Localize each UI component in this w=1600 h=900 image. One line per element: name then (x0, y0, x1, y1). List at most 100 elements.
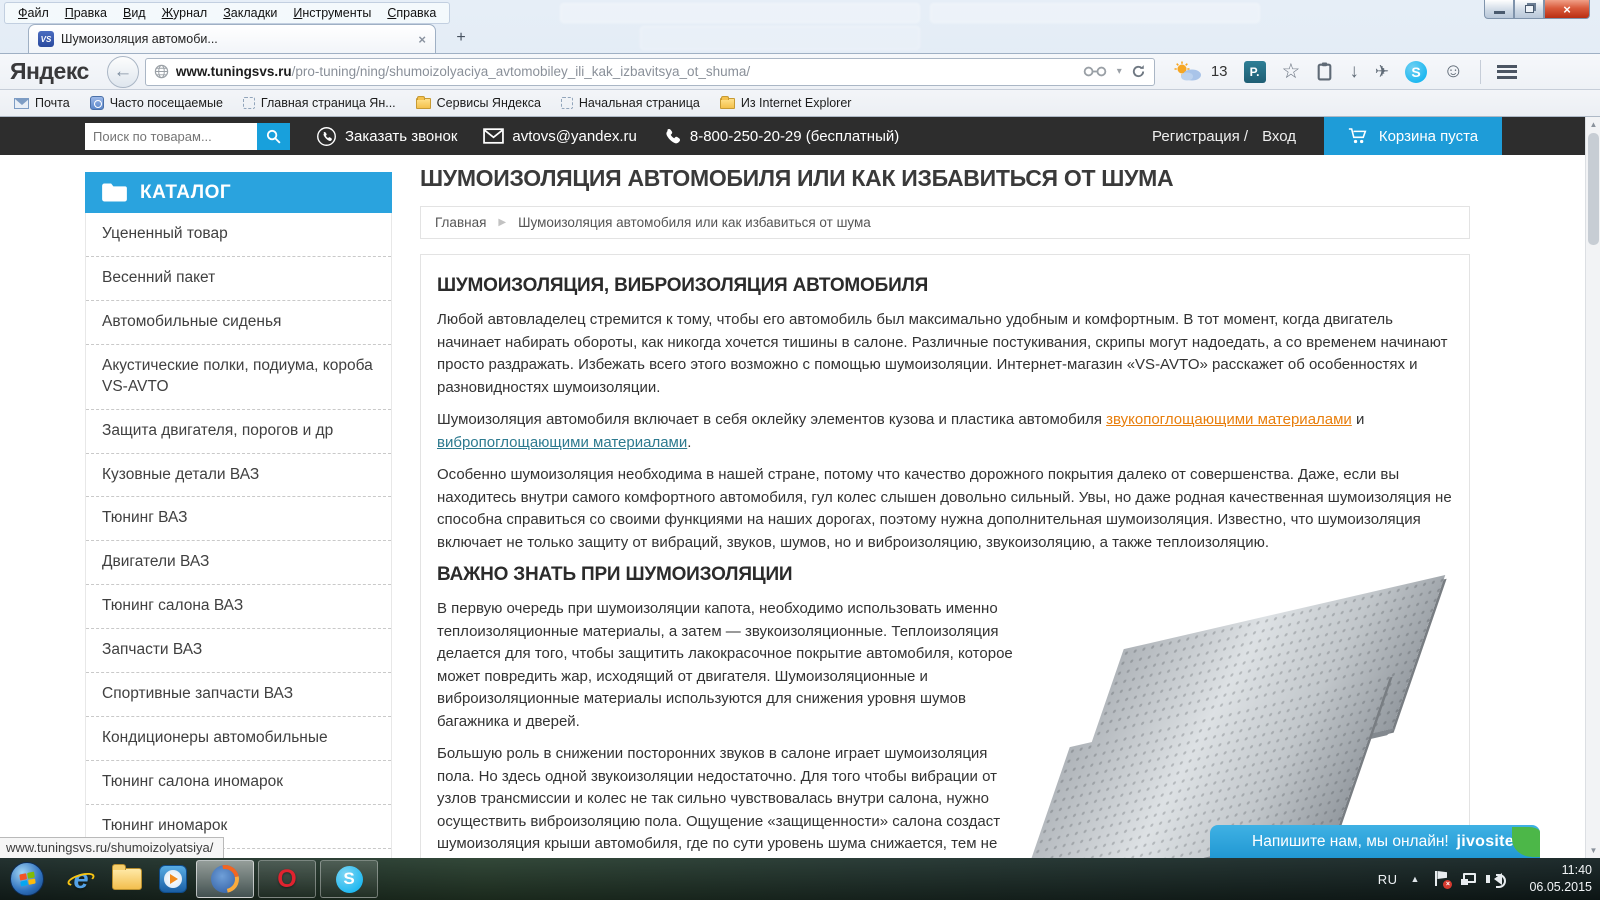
minimize-icon (1493, 11, 1505, 14)
back-button[interactable]: ← (106, 55, 139, 88)
new-tab-button[interactable]: + (448, 28, 474, 49)
catalog-folder-icon (102, 183, 127, 202)
network-icon[interactable] (1461, 871, 1481, 887)
reader-glasses-icon[interactable] (1082, 66, 1108, 77)
firefox-icon (211, 865, 239, 893)
tab-favicon: VS (38, 31, 54, 47)
urlbar-dropdown-icon[interactable]: ▾ (1117, 66, 1122, 77)
reload-icon[interactable] (1131, 64, 1146, 79)
catalog-item[interactable]: Двигатели ВАЗ (86, 541, 391, 586)
menu-file[interactable]: Файл (11, 4, 56, 22)
bookmark-yandex-services[interactable]: Сервисы Яндекса (408, 93, 549, 113)
url-domain: www.tuningsvs.ru (175, 64, 292, 79)
taskbar-ie-icon[interactable]: e (58, 860, 104, 898)
bookmark-star-icon[interactable]: ☆ (1282, 59, 1301, 84)
catalog-item[interactable]: Защита двигателя, порогов и др (86, 410, 391, 454)
catalog-item[interactable]: Запчасти ВАЗ (86, 629, 391, 674)
catalog-item[interactable]: Тюнинг ВАЗ (86, 497, 391, 542)
menu-history[interactable]: Журнал (155, 4, 215, 22)
catalog-item[interactable]: Кузовные детали ВАЗ (86, 454, 391, 498)
menu-hamburger-icon[interactable] (1496, 64, 1517, 79)
taskbar-opera-button[interactable]: O (258, 860, 316, 898)
addon-p-icon[interactable]: P. (1243, 60, 1266, 83)
clipboard-icon[interactable] (1316, 62, 1333, 81)
phone-handset-icon (666, 128, 680, 143)
chat-widget[interactable]: Напишите нам, мы онлайн! jivosite (1210, 825, 1540, 858)
catalog-item[interactable]: Уцененный товар (86, 213, 391, 257)
scrollbar-thumb[interactable] (1588, 133, 1599, 245)
search-button[interactable] (257, 122, 290, 150)
skype-addon-icon[interactable]: S (1405, 60, 1428, 83)
volume-icon[interactable] (1486, 871, 1512, 888)
restore-button[interactable] (1514, 0, 1544, 19)
menu-help[interactable]: Справка (380, 4, 443, 22)
action-center-flag-icon[interactable]: × (1432, 871, 1453, 889)
language-indicator[interactable]: RU (1378, 872, 1398, 887)
folder-icon (415, 95, 431, 109)
catalog-header[interactable]: КАТАЛОГ (85, 172, 392, 213)
page-viewport: Заказать звонок avtovs@yandex.ru 8-800-2… (0, 117, 1600, 858)
windows-logo-icon (18, 871, 36, 887)
bookmarks-bar: Почта Часто посещаемые Главная страница … (0, 90, 1600, 117)
chat-smiley-icon[interactable]: ☺ (1443, 60, 1463, 83)
envelope-icon (483, 128, 505, 144)
back-arrow-icon: ← (113, 60, 133, 82)
taskbar-explorer-icon[interactable] (104, 860, 150, 898)
folder-icon (112, 864, 142, 890)
breadcrumb-current: Шумоизоляция автомобиля или как избавить… (518, 215, 871, 230)
register-link[interactable]: Регистрация / (1152, 128, 1248, 145)
bookmark-frequent[interactable]: Часто посещаемые (82, 93, 231, 113)
tab-close-icon[interactable]: × (418, 32, 426, 47)
login-link[interactable]: Вход (1262, 128, 1296, 145)
media-player-icon (159, 865, 187, 893)
vibration-absorbing-materials-link[interactable]: вибропоглощающими материалами (437, 434, 687, 451)
bookmark-start-page[interactable]: Начальная страница (553, 93, 708, 113)
menu-tools[interactable]: Инструменты (286, 4, 378, 22)
opera-icon: O (277, 864, 297, 893)
minimize-button[interactable] (1484, 0, 1514, 19)
bookmark-from-ie[interactable]: Из Internet Explorer (712, 93, 860, 113)
vertical-scrollbar[interactable]: ▲ ▼ (1585, 117, 1600, 858)
scroll-up-icon[interactable]: ▲ (1586, 117, 1600, 132)
bookmark-label: Из Internet Explorer (740, 96, 852, 110)
close-button[interactable]: × (1544, 0, 1590, 19)
menu-view[interactable]: Вид (116, 4, 153, 22)
bookmark-mail[interactable]: Почта (6, 93, 78, 113)
start-button[interactable] (10, 862, 44, 896)
jivosite-leaf-icon (1512, 827, 1540, 857)
cart-icon (1348, 128, 1367, 144)
taskbar-firefox-button[interactable] (196, 860, 254, 898)
catalog-item[interactable]: Акустические полки, подиума, короба VS-A… (86, 345, 391, 410)
url-text[interactable]: www.tuningsvs.ru/pro-tuning/ning/shumoiz… (176, 64, 1075, 79)
call-request[interactable]: Заказать звонок (316, 126, 457, 147)
text: и (1351, 411, 1365, 428)
catalog-item[interactable]: Тюнинг салона иномарок (86, 761, 391, 805)
bookmark-yandex-home[interactable]: Главная страница Ян... (235, 93, 404, 113)
restore-icon (1524, 5, 1534, 13)
browser-tab[interactable]: VS Шумоизоляция автомоби... × (28, 24, 436, 53)
email-link[interactable]: avtovs@yandex.ru (483, 128, 637, 145)
downloads-icon[interactable]: ↓ (1349, 61, 1359, 83)
menu-bookmarks[interactable]: Закладки (216, 4, 284, 22)
breadcrumb-home[interactable]: Главная (435, 215, 486, 230)
dashed-placeholder-icon (242, 97, 255, 109)
taskbar-mediaplayer-icon[interactable] (150, 860, 196, 898)
scroll-down-icon[interactable]: ▼ (1586, 843, 1600, 858)
address-bar[interactable]: www.tuningsvs.ru/pro-tuning/ning/shumoiz… (144, 57, 1155, 86)
weather-icon[interactable] (1173, 61, 1203, 83)
catalog-item[interactable]: Тюнинг салона ВАЗ (86, 585, 391, 630)
catalog-item[interactable]: Кондиционеры автомобильные (86, 717, 391, 761)
send-plane-icon[interactable]: ✈ (1375, 62, 1389, 82)
taskbar-clock[interactable]: 11:40 06.05.2015 (1529, 862, 1592, 896)
taskbar-skype-button[interactable]: S (320, 860, 378, 898)
menu-edit[interactable]: Правка (58, 4, 114, 22)
catalog-item[interactable]: Весенний пакет (86, 257, 391, 301)
browser-menubar: Файл Правка Вид Журнал Закладки Инструме… (4, 2, 451, 24)
header-right: Регистрация / Вход Корзина пуста (1152, 117, 1502, 155)
cart-button[interactable]: Корзина пуста (1324, 117, 1502, 155)
tray-expand-icon[interactable]: ▲ (1411, 874, 1420, 884)
sound-absorbing-materials-link[interactable]: звукопоглощающими материалами (1106, 411, 1352, 428)
search-input[interactable] (85, 122, 257, 150)
catalog-item[interactable]: Автомобильные сиденья (86, 301, 391, 345)
catalog-item[interactable]: Спортивные запчасти ВАЗ (86, 673, 391, 718)
